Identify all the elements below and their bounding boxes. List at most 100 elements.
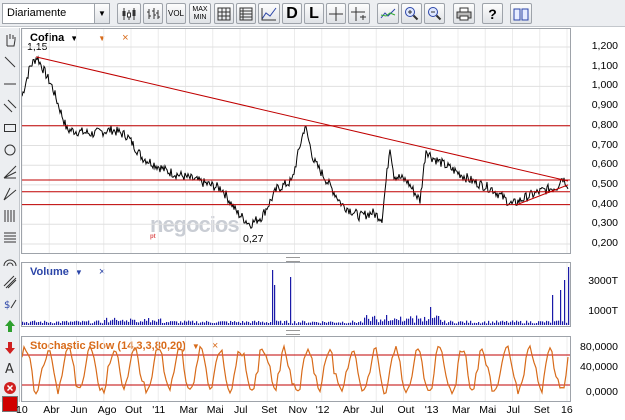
volume-bar [466,320,468,325]
volume-bar [410,316,412,325]
time-tick-label: Mai [479,404,497,416]
volume-bar [174,321,176,325]
volume-bar [234,321,236,325]
circle-icon [4,144,16,156]
daily-scale-label: D [286,4,298,22]
book-icon [513,8,529,20]
table-view-button[interactable] [236,3,256,24]
grid-toggle-button[interactable] [214,3,234,24]
volume-bar [114,317,116,325]
parallel-lines-tool[interactable] [1,96,19,116]
daily-scale-button[interactable]: D [282,3,302,24]
crosshair-button[interactable] [326,3,346,24]
zoom-out-icon [428,7,442,21]
arc-tool[interactable] [1,250,19,270]
volume-bar [190,321,192,325]
volume-bar [126,320,128,325]
crosshair-icon [329,6,343,21]
volume-bar [534,323,536,325]
volume-bar [230,320,232,325]
ellipse-tool[interactable] [1,140,19,160]
volume-bar [70,321,72,325]
gann-tool[interactable] [1,184,19,204]
maxmin-toggle-button[interactable]: MAX MIN [189,3,211,24]
volume-bar [208,321,210,325]
volume-bar [532,323,534,325]
volume-bar [562,321,564,325]
zoom-out-button[interactable] [424,3,445,24]
volume-bar [544,322,546,325]
volume-bar [322,321,324,325]
volume-bar [180,321,182,325]
volume-bar [220,321,222,325]
channel-tool[interactable] [1,272,19,292]
stochastic-chart[interactable] [22,337,570,401]
volume-bar [546,320,548,325]
delete-drawings-button[interactable] [1,378,19,398]
volume-toggle-button[interactable]: VOL [166,3,186,24]
time-tick-label: Mar [179,404,198,416]
price-chart[interactable] [22,29,570,253]
volume-bar [148,318,150,325]
volume-bar [306,323,308,325]
buy-arrow-tool[interactable] [1,316,19,336]
speed-lines-tool[interactable]: $ [1,294,19,314]
cycle-lines-tool[interactable] [1,206,19,226]
zoom-in-button[interactable] [401,3,422,24]
trendline-tool[interactable] [1,52,19,72]
volume-bar [258,321,260,325]
volume-bar [184,320,186,325]
volume-bar [162,322,164,325]
fan-tool[interactable] [1,162,19,182]
line-chart-button[interactable] [258,3,280,24]
cursor-values-button[interactable] [348,3,370,24]
volume-bar [68,322,70,325]
price-tick-label: 1,000 [591,79,618,92]
volume-chart[interactable] [22,263,570,326]
help-button[interactable]: ? [482,3,503,24]
volume-bar [398,320,400,325]
text-tool[interactable]: A [1,358,19,378]
chevron-down-icon: ▼ [94,4,109,23]
time-tick-label: '12 [315,404,330,416]
volume-bar [330,321,332,325]
period-select[interactable]: Diariamente ▼ [2,3,110,24]
volume-bar [74,321,76,325]
sell-arrow-tool[interactable] [1,338,19,358]
volume-bar [82,320,84,325]
price-tick-label: 0,200 [591,237,618,249]
log-scale-button[interactable]: L [304,3,324,24]
volume-bar [168,322,170,325]
horizontal-line-tool[interactable] [1,74,19,94]
volume-bar [394,318,396,325]
candlestick-chart-button[interactable] [117,3,141,24]
volume-bar [300,322,302,325]
volume-bar [462,321,464,325]
panel-resize-handle[interactable] [21,329,571,335]
volume-bar [520,320,522,325]
print-button[interactable] [453,3,475,24]
fibonacci-tool[interactable] [1,228,19,248]
volume-bar [422,321,424,325]
price-tick-label: 1,200 [591,40,618,52]
volume-bar [206,320,208,325]
volume-bar [446,323,448,325]
ohlc-chart-button[interactable] [143,3,163,24]
rectangle-icon [4,124,16,132]
pan-hand-tool[interactable] [1,30,19,50]
volume-bar [200,322,202,325]
manual-button[interactable] [510,3,532,24]
volume-bar [318,322,320,325]
volume-bar [400,316,402,325]
volume-bar [344,323,346,325]
time-tick-label: Abr [343,404,360,416]
compare-button[interactable] [377,3,399,24]
rectangle-tool[interactable] [1,118,19,138]
volume-bar [350,322,352,325]
volume-bar [88,320,90,325]
volume-bar [138,322,140,325]
time-tick-label: Mai [206,404,224,416]
volume-bar [388,320,390,325]
volume-bar [158,319,160,325]
help-label: ? [488,5,497,22]
